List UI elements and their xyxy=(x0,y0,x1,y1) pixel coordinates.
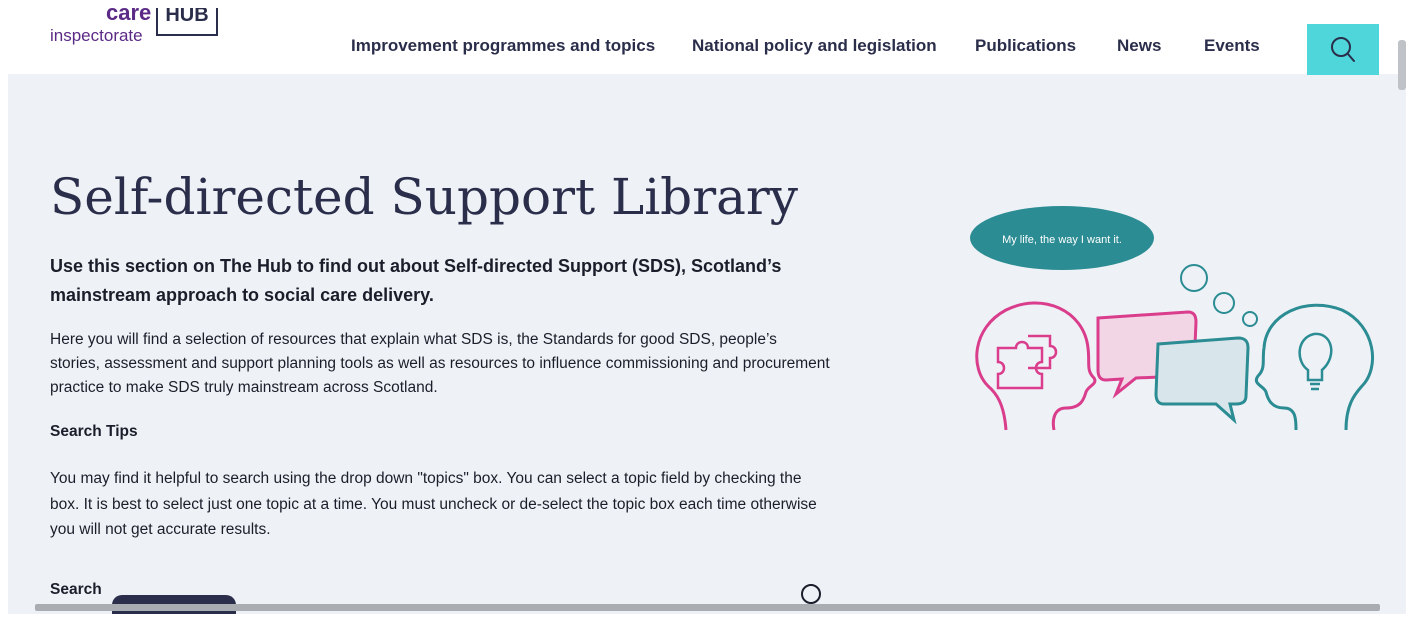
sds-illustration: My life, the way I want it. xyxy=(970,206,1375,431)
search-icon[interactable] xyxy=(798,582,824,606)
speech-bubble-text: My life, the way I want it. xyxy=(1002,234,1122,246)
puzzle-icon xyxy=(996,334,1058,390)
nav-publications[interactable]: Publications xyxy=(975,36,1076,56)
header-search-button[interactable] xyxy=(1307,24,1379,75)
horizontal-scrollbar[interactable] xyxy=(35,604,1380,611)
blue-speech-bubble xyxy=(1154,336,1250,425)
lead-paragraph: Use this section on The Hub to find out … xyxy=(50,256,782,305)
nav-national-policy[interactable]: National policy and legislation xyxy=(692,36,937,56)
logo-text-hub: HUB xyxy=(156,8,218,36)
nav-improvement-programmes[interactable]: Improvement programmes and topics xyxy=(351,36,655,56)
thought-circle xyxy=(1242,311,1258,327)
nav-news[interactable]: News xyxy=(1117,36,1161,56)
search-tips-heading: Search Tips xyxy=(50,423,138,440)
search-icon xyxy=(1331,36,1355,62)
lightbulb-icon xyxy=(1298,332,1333,391)
site-header: care inspectorate HUB Improvement progra… xyxy=(8,8,1406,75)
browser-viewport: care inspectorate HUB Improvement progra… xyxy=(8,8,1406,614)
page-title: Self-directed Support Library xyxy=(50,168,799,226)
thought-circle xyxy=(1180,264,1208,292)
logo-text-inspectorate: inspectorate xyxy=(50,26,143,45)
vertical-scrollbar-thumb[interactable] xyxy=(1398,40,1406,90)
teal-head-outline xyxy=(1254,303,1375,431)
nav-events[interactable]: Events xyxy=(1204,36,1260,56)
thought-circle xyxy=(1213,292,1235,314)
search-label: Search xyxy=(50,581,102,598)
logo-text-care: care xyxy=(106,8,152,25)
intro-paragraph: Here you will find a selection of resour… xyxy=(50,331,830,396)
search-tips-paragraph: You may find it helpful to search using … xyxy=(50,470,817,538)
